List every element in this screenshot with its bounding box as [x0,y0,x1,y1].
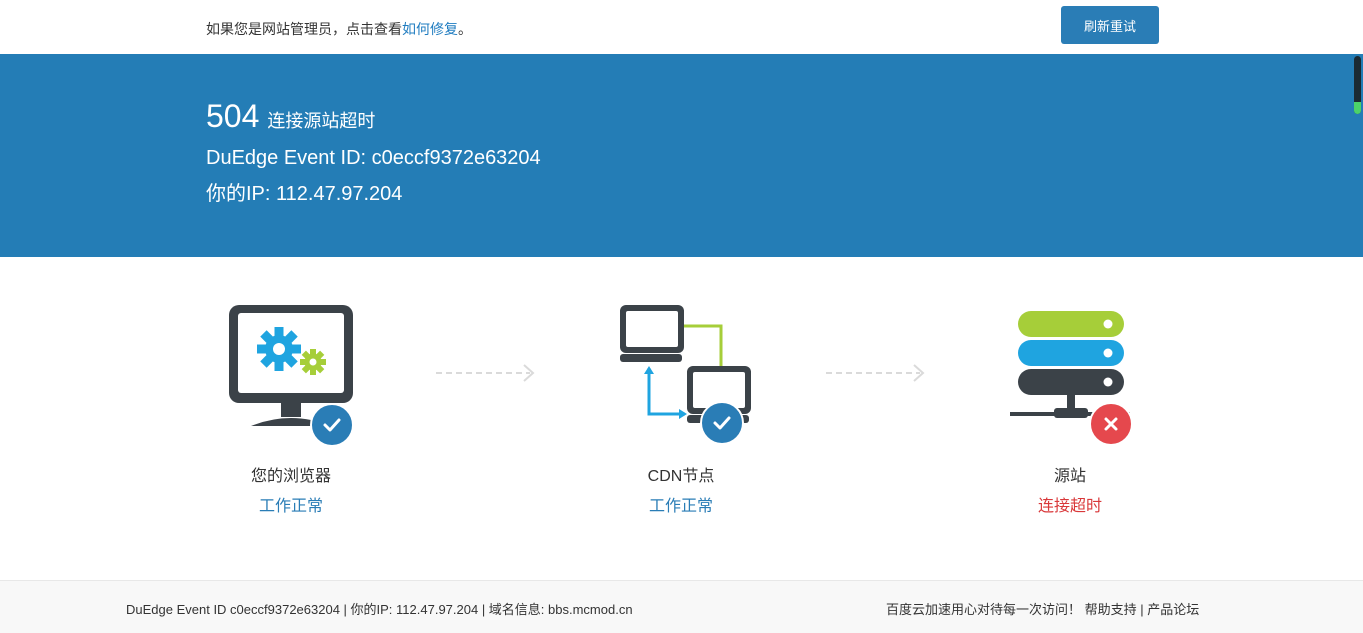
node-browser: 您的浏览器 工作正常 [191,300,391,515]
error-heading: 504 连接源站超时 [206,98,375,135]
scrollbar-thumb[interactable] [1354,56,1361,114]
server-icon [1010,311,1130,418]
scrollbar[interactable] [1352,54,1363,257]
node-name: 您的浏览器 [250,468,331,485]
footer-separator: | [1136,602,1148,617]
refresh-retry-button[interactable]: 刷新重试 [1061,6,1159,44]
event-id: DuEdge Event ID: c0eccf9372e63204 [206,147,541,169]
admin-notice-suffix: 。 [458,21,472,37]
node-cdn: CDN节点 工作正常 [581,300,781,515]
top-bar: 如果您是网站管理员，点击查看如何修复。 刷新重试 [0,0,1363,54]
node-origin: 源站 连接超时 [970,300,1170,515]
cdn-network-icon [620,305,751,423]
node-status: 连接超时 [1037,498,1102,515]
footer: DuEdge Event ID c0eccf9372e63204 | 你的IP:… [0,580,1363,633]
how-to-fix-link[interactable]: 如何修复 [402,21,458,37]
error-banner: 504 连接源站超时 DuEdge Event ID: c0eccf9372e63… [0,54,1363,257]
check-icon [700,401,744,445]
browser-monitor-icon [229,305,353,426]
footer-slogan: 百度云加速用心对待每一次访问！ [886,602,1082,617]
arrow-right-icon [436,364,535,382]
admin-notice-text: 如果您是网站管理员，点击查看 [206,21,402,37]
footer-info: DuEdge Event ID c0eccf9372e63204 | 你的IP:… [126,602,633,617]
admin-notice: 如果您是网站管理员，点击查看如何修复。 [206,19,472,39]
error-code: 504 [206,98,260,134]
client-ip: 你的IP: 112.47.97.204 [206,183,403,205]
product-forum-link[interactable]: 产品论坛 [1147,602,1199,617]
error-message: 连接源站超时 [267,111,376,131]
node-name: 源站 [1053,468,1086,485]
check-icon [310,403,354,447]
arrow-right-icon [826,364,925,382]
help-support-link[interactable]: 帮助支持 [1085,602,1137,617]
node-status: 工作正常 [258,498,323,515]
node-name: CDN节点 [647,468,715,485]
footer-links: 百度云加速用心对待每一次访问！ 帮助支持 | 产品论坛 [886,599,1199,618]
node-status: 工作正常 [648,498,713,515]
cross-icon [1089,402,1133,446]
